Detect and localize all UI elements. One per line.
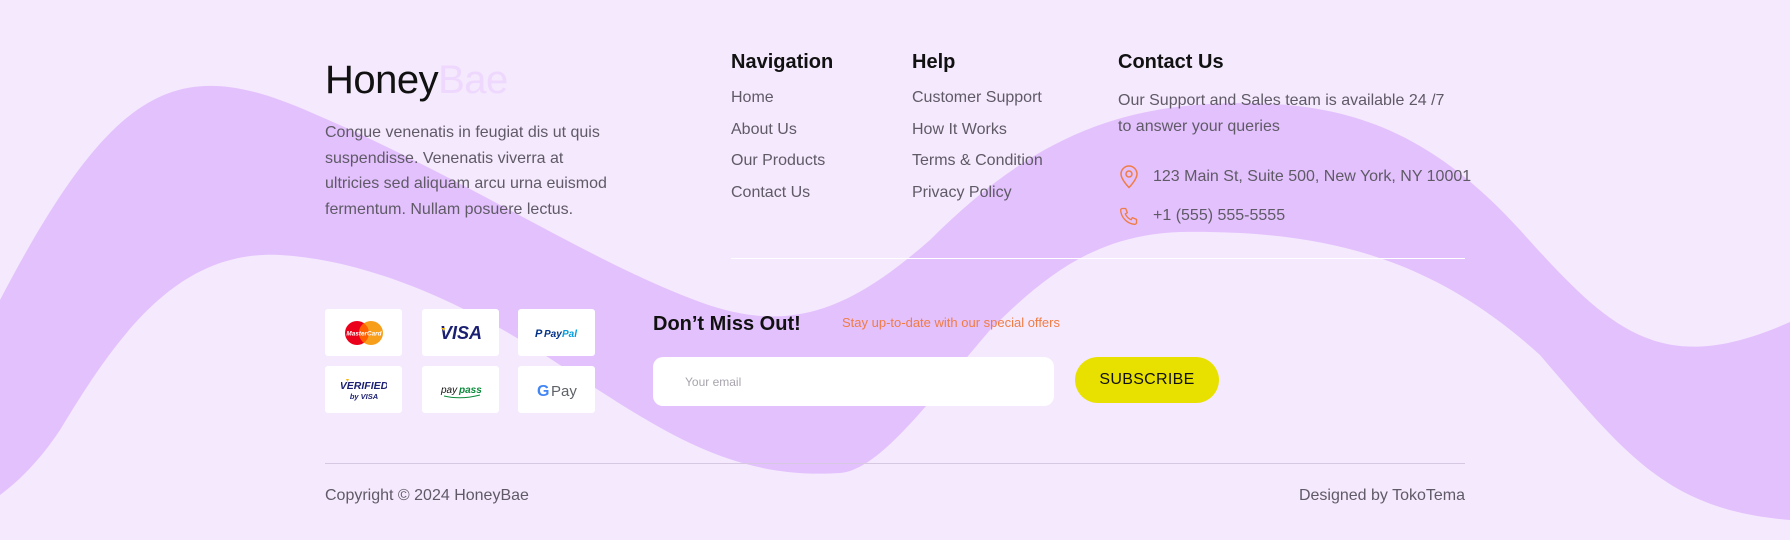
svg-text:G: G bbox=[537, 383, 549, 400]
paypass-logo: pay pass bbox=[422, 366, 499, 413]
nav-link-home[interactable]: Home bbox=[731, 88, 825, 108]
contact-phone[interactable]: +1 (555) 555-5555 bbox=[1118, 204, 1285, 228]
address-text: 123 Main St, Suite 500, New York, NY 100… bbox=[1153, 168, 1472, 185]
verified-by-visa-logo: VERIFIED by VISA bbox=[325, 366, 402, 413]
footer-divider bbox=[325, 463, 1465, 464]
contact-heading: Contact Us bbox=[1118, 51, 1224, 73]
phone-icon bbox=[1118, 204, 1140, 228]
svg-text:Pay: Pay bbox=[544, 329, 562, 340]
contact-description: Our Support and Sales team is available … bbox=[1118, 92, 1445, 135]
nav-link-contact-us[interactable]: Contact Us bbox=[731, 183, 825, 203]
subscribe-button[interactable]: SUBSCRIBE bbox=[1075, 357, 1219, 403]
navigation-heading: Navigation bbox=[731, 51, 834, 73]
help-link-customer-support[interactable]: Customer Support bbox=[912, 88, 1043, 108]
svg-text:Pay: Pay bbox=[551, 383, 577, 400]
map-pin-icon bbox=[1118, 165, 1140, 189]
nav-link-our-products[interactable]: Our Products bbox=[731, 151, 825, 171]
svg-text:VISA: VISA bbox=[439, 323, 481, 343]
designer-credit: Designed by TokoTema bbox=[1298, 487, 1465, 504]
nav-link-about-us[interactable]: About Us bbox=[731, 120, 825, 140]
help-link-privacy-policy[interactable]: Privacy Policy bbox=[912, 183, 1043, 203]
svg-text:by VISA: by VISA bbox=[349, 392, 377, 401]
visa-logo: VISA bbox=[422, 309, 499, 356]
navigation-links: Home About Us Our Products Contact Us bbox=[731, 88, 825, 214]
contact-address: 123 Main St, Suite 500, New York, NY 100… bbox=[1118, 165, 1471, 189]
site-footer: HoneyBae Congue venenatis in feugiat dis… bbox=[0, 0, 1790, 540]
logo-text-bae: Bae bbox=[438, 58, 508, 102]
newsletter-subtitle: Stay up-to-date with our special offers bbox=[842, 315, 1060, 330]
paypal-logo: P Pay Pal bbox=[518, 309, 595, 356]
copyright-text: Copyright © 2024 HoneyBae bbox=[325, 487, 529, 504]
phone-text: +1 (555) 555-5555 bbox=[1153, 207, 1286, 224]
svg-text:Pal: Pal bbox=[562, 329, 577, 340]
help-heading: Help bbox=[912, 51, 956, 73]
email-input[interactable] bbox=[653, 357, 1054, 406]
brand-logo[interactable]: HoneyBae bbox=[325, 54, 508, 106]
svg-text:pass: pass bbox=[458, 385, 482, 396]
svg-text:pay: pay bbox=[440, 385, 458, 396]
help-links: Customer Support How It Works Terms & Co… bbox=[912, 88, 1043, 214]
google-pay-logo: G Pay bbox=[518, 366, 595, 413]
svg-text:VERIFIED: VERIFIED bbox=[341, 380, 387, 392]
logo-text-honey: Honey bbox=[325, 58, 439, 102]
section-divider bbox=[731, 258, 1465, 259]
help-link-terms[interactable]: Terms & Condition bbox=[912, 151, 1043, 171]
help-link-how-it-works[interactable]: How It Works bbox=[912, 120, 1043, 140]
newsletter-title: Don’t Miss Out! bbox=[653, 313, 801, 335]
mastercard-logo: MasterCard bbox=[325, 309, 402, 356]
svg-text:P: P bbox=[535, 328, 543, 340]
svg-text:MasterCard: MasterCard bbox=[346, 330, 382, 337]
brand-description: Congue venenatis in feugiat dis ut quis … bbox=[325, 124, 607, 218]
